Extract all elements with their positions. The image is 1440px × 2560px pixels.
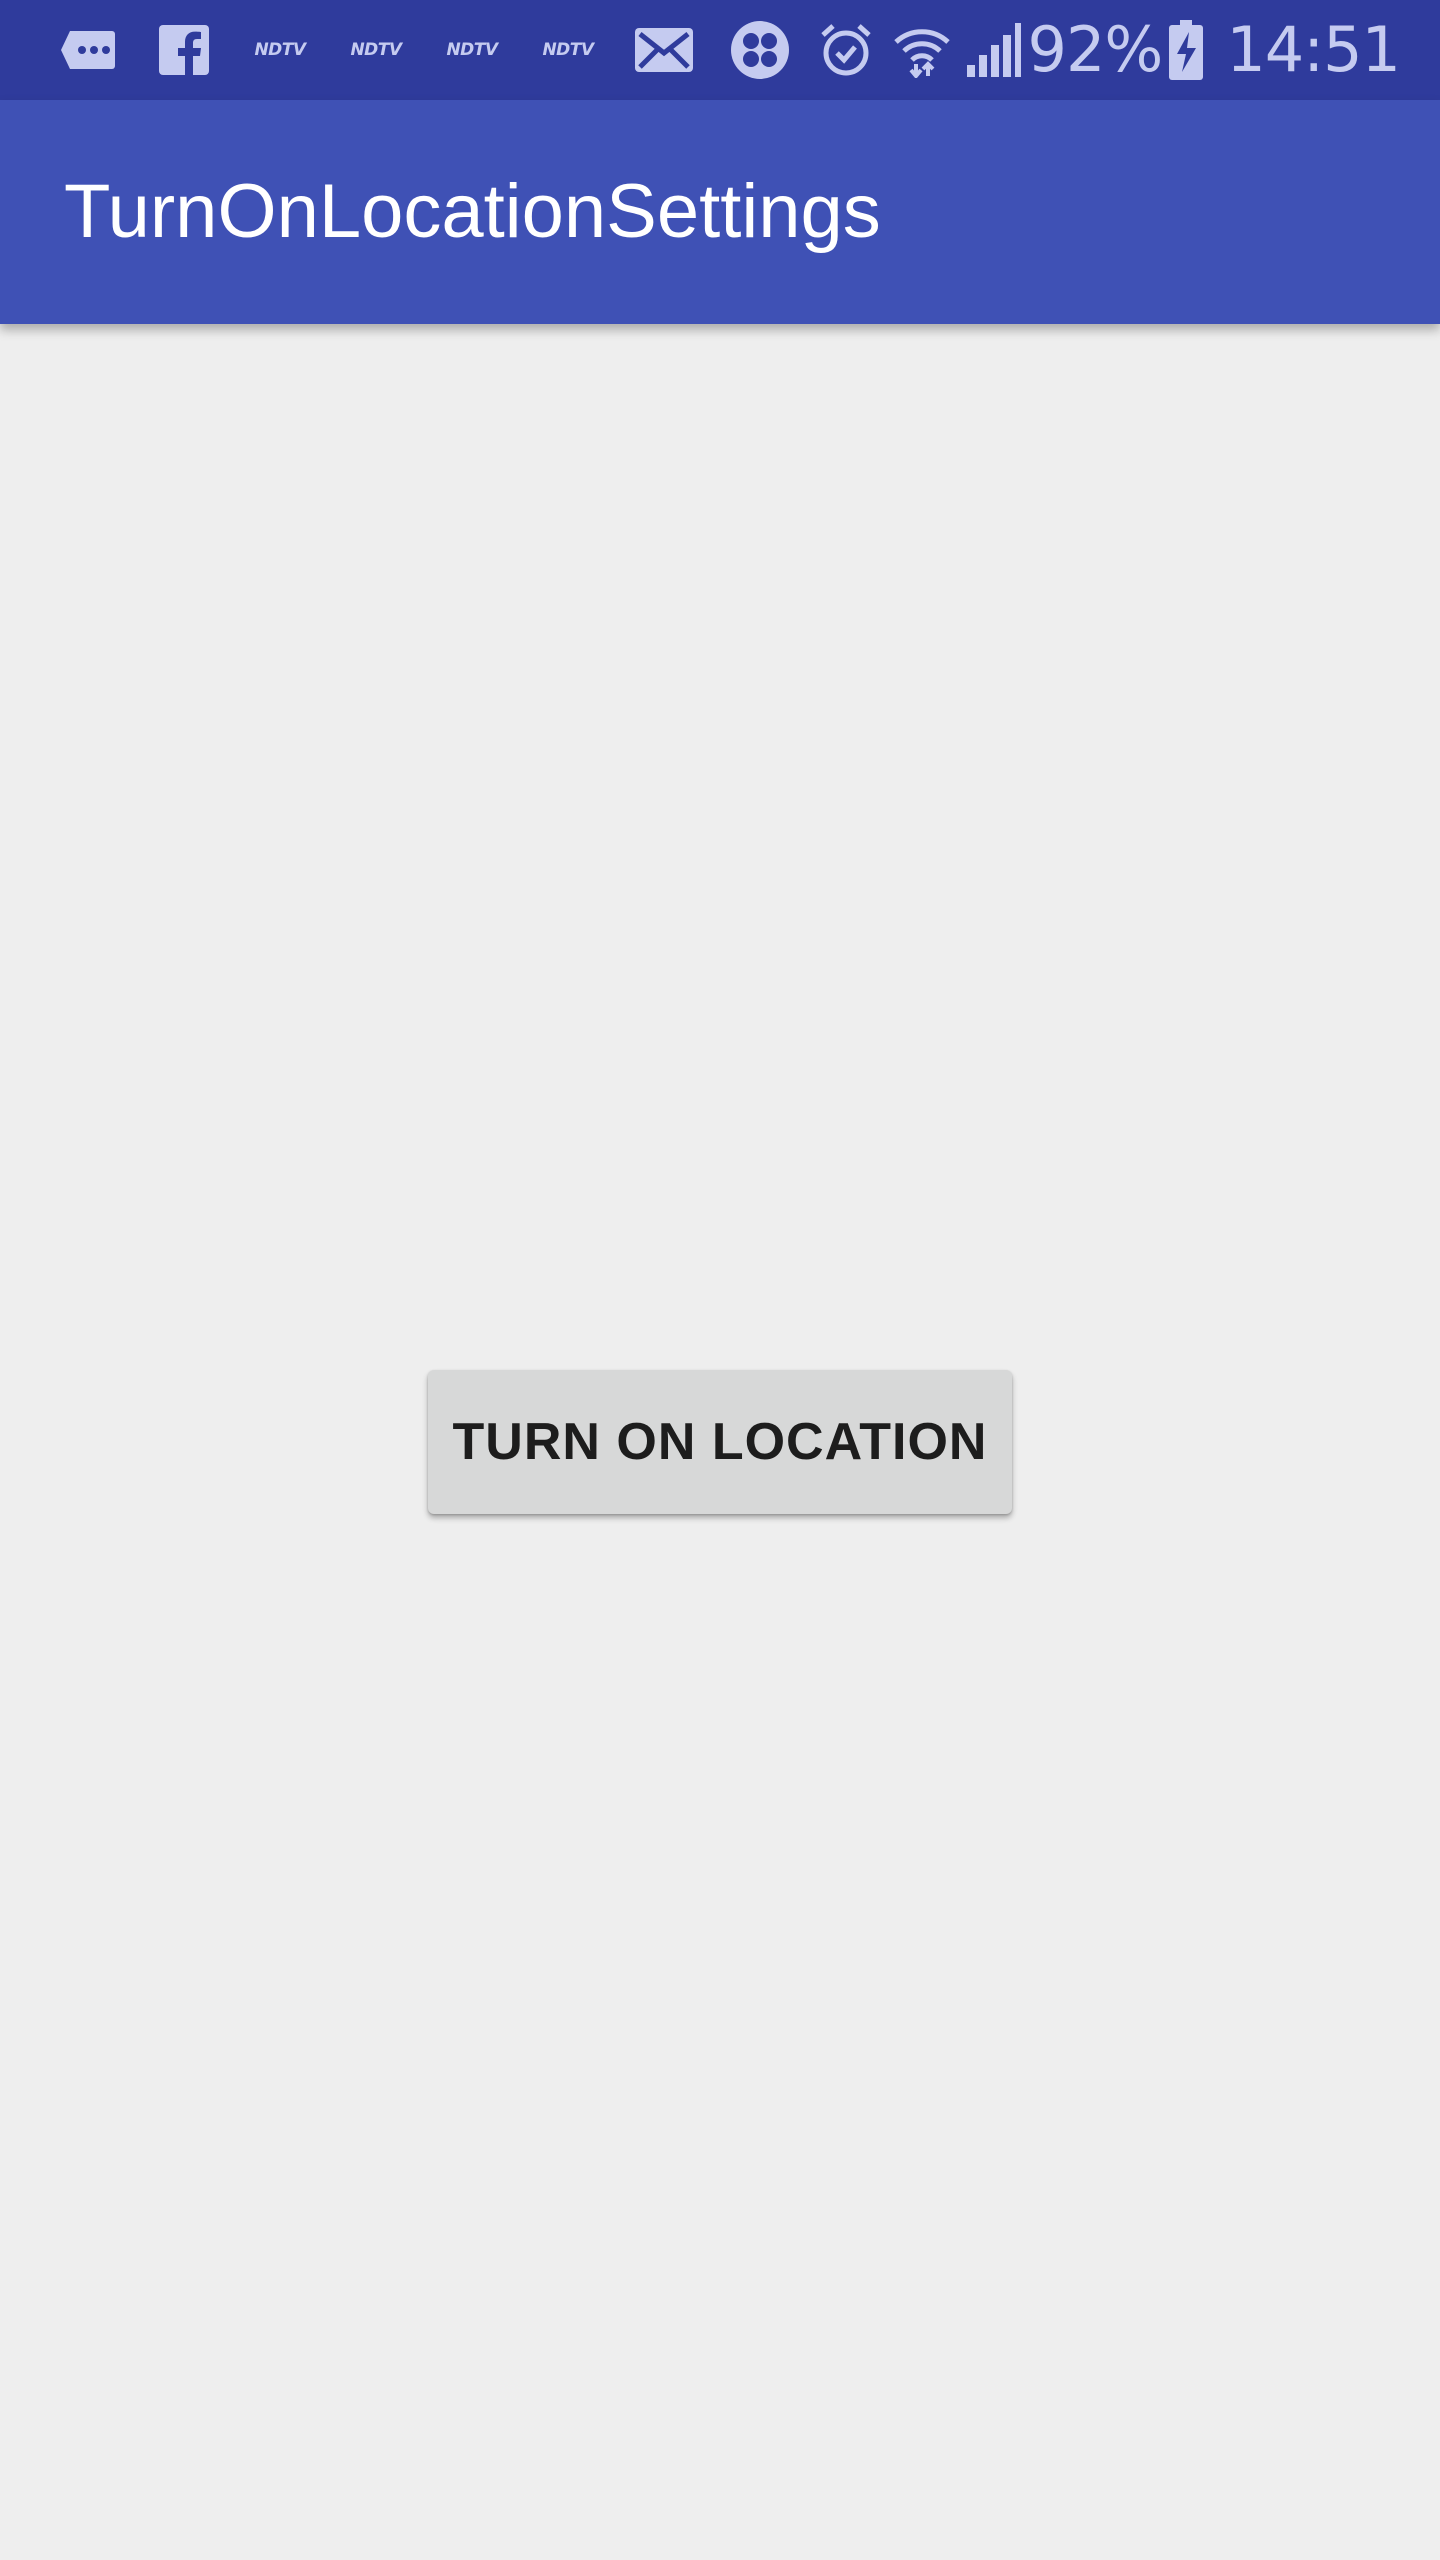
chat-bubble-icon: [40, 0, 136, 100]
notification-icons: NDTV NDTV NDTV NDTV: [0, 0, 808, 100]
app-bar: TurnOnLocationSettings: [0, 100, 1440, 324]
ndtv-icon: NDTV: [446, 40, 498, 60]
facebook-icon: [136, 0, 232, 100]
ndtv-icon: NDTV: [542, 40, 594, 60]
screen: NDTV NDTV NDTV NDTV 92% 14:51 TurnOnLoca…: [0, 0, 1440, 2560]
battery-percent: 92%: [1027, 13, 1164, 86]
system-icons: 92% 14:51: [806, 0, 1401, 100]
wifi-icon: [886, 0, 958, 100]
clock: 14:51: [1226, 13, 1401, 86]
pinwheel-icon: [712, 0, 808, 100]
mail-icon: [616, 0, 712, 100]
ndtv-icon: NDTV: [350, 40, 402, 60]
turn-on-location-button[interactable]: TURN ON LOCATION: [428, 1370, 1012, 1514]
signal-icon: [958, 0, 1028, 100]
alarm-icon: [806, 0, 886, 100]
app-title: TurnOnLocationSettings: [64, 169, 881, 254]
battery-charging-icon: [1162, 0, 1210, 100]
ndtv-icon: NDTV: [254, 40, 306, 60]
status-bar: NDTV NDTV NDTV NDTV 92% 14:51: [0, 0, 1440, 100]
